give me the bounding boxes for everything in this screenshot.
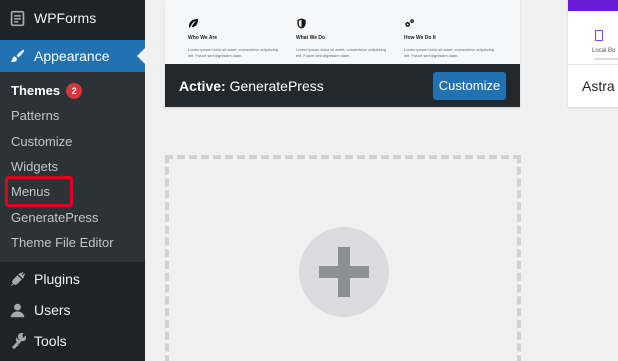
preview-column-text: Lorem ipsum dolor sit amet, consectetur … bbox=[404, 47, 495, 58]
menu-item-label: Tools bbox=[34, 333, 67, 349]
preview-column-title: How We Do It bbox=[404, 35, 436, 41]
appearance-submenu: Themes 2 Patterns Customize Widgets Menus… bbox=[0, 72, 145, 262]
submenu-item-widgets[interactable]: Widgets bbox=[11, 157, 58, 177]
preview-column-text: Lorem ipsum dolor sit amet, consectetur … bbox=[188, 47, 279, 58]
preview-column: How We Do It Lorem ipsum dolor sit amet,… bbox=[404, 16, 499, 59]
submenu-item-patterns[interactable]: Patterns bbox=[11, 106, 59, 126]
update-count-badge: 2 bbox=[66, 83, 83, 99]
menu-item-tools[interactable]: Tools bbox=[0, 325, 145, 357]
gears-icon bbox=[404, 16, 415, 27]
plus-bar-horizontal bbox=[319, 266, 369, 278]
wrench-icon bbox=[8, 332, 26, 350]
menu-item-label: Appearance bbox=[34, 48, 110, 64]
leaf-icon bbox=[188, 16, 199, 29]
active-theme-bar: Active: GeneratePress Customize bbox=[165, 64, 520, 107]
customize-button[interactable]: Customize bbox=[433, 72, 506, 100]
menu-item-wpforms[interactable]: WPForms bbox=[0, 2, 145, 34]
paintbrush-icon bbox=[8, 47, 26, 65]
shield-icon bbox=[296, 16, 307, 29]
astra-preview-text: Local Bu bbox=[592, 48, 616, 54]
theme-name: GeneratePress bbox=[229, 78, 324, 94]
menu-item-label: Users bbox=[34, 302, 71, 318]
menus-highlight-box bbox=[5, 176, 73, 207]
divider bbox=[594, 58, 618, 60]
preview-column-title: What We Do bbox=[296, 35, 326, 41]
submenu-item-label: Themes bbox=[11, 83, 61, 98]
preview-column-text: Lorem ipsum dolor sit amet, consectetur … bbox=[296, 47, 387, 58]
admin-sidebar: WPForms Appearance Themes 2 Patterns Cust… bbox=[0, 0, 145, 361]
preview-column-title: Who We Are bbox=[188, 35, 218, 41]
users-icon bbox=[8, 301, 26, 319]
active-theme-name: Active: GeneratePress bbox=[179, 78, 324, 94]
building-icon bbox=[595, 30, 603, 41]
theme-screenshot[interactable]: Who We Are Lorem ipsum dolor sit amet, c… bbox=[165, 0, 520, 64]
menu-item-appearance[interactable]: Appearance bbox=[0, 40, 145, 72]
preview-column: Who We Are Lorem ipsum dolor sit amet, c… bbox=[188, 16, 283, 59]
theme-name: Astra bbox=[582, 78, 615, 94]
active-theme-card[interactable]: Who We Are Lorem ipsum dolor sit amet, c… bbox=[165, 0, 520, 107]
plus-icon[interactable] bbox=[299, 227, 389, 317]
submenu-item-theme-file-editor[interactable]: Theme File Editor bbox=[11, 233, 114, 253]
preview-column: What We Do Lorem ipsum dolor sit amet, c… bbox=[296, 16, 391, 59]
submenu-item-generatepress[interactable]: GeneratePress bbox=[11, 208, 98, 228]
astra-preview-header bbox=[568, 0, 618, 11]
submenu-item-themes[interactable]: Themes 2 bbox=[11, 81, 83, 101]
menu-item-plugins[interactable]: Plugins bbox=[0, 263, 145, 295]
submenu-item-customize[interactable]: Customize bbox=[11, 132, 72, 152]
plugin-icon bbox=[8, 270, 26, 288]
divider bbox=[568, 64, 618, 65]
menu-item-label: WPForms bbox=[34, 10, 97, 26]
menu-item-users[interactable]: Users bbox=[0, 294, 145, 326]
add-new-theme-card[interactable] bbox=[165, 155, 521, 361]
active-prefix: Active: bbox=[179, 78, 226, 94]
theme-card-astra[interactable]: Local Bu Astra bbox=[568, 0, 618, 107]
menu-item-label: Plugins bbox=[34, 271, 80, 287]
wpforms-icon bbox=[8, 9, 26, 27]
